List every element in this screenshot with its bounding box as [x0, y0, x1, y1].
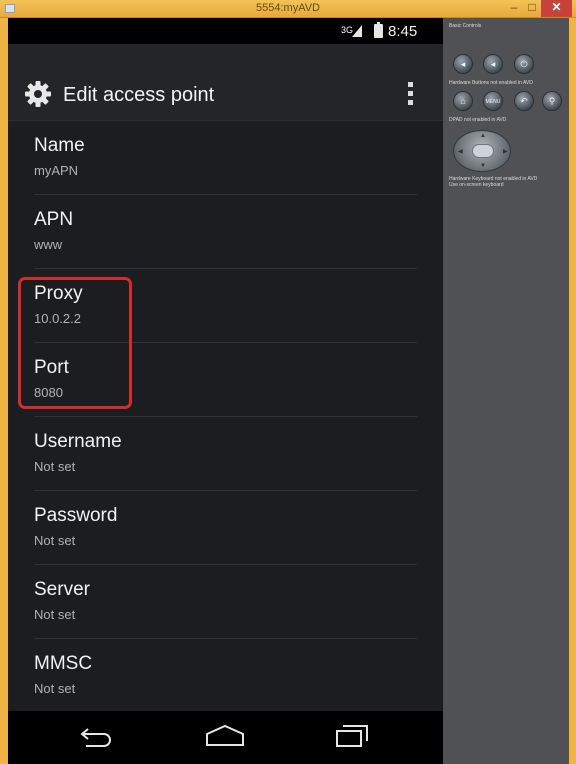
pref-title: Password — [34, 505, 118, 526]
pref-summary: Not set — [34, 459, 76, 474]
window-title: 5554:myAVD — [256, 2, 320, 14]
pref-summary: myAPN — [34, 163, 79, 178]
maximize-button[interactable]: □ — [523, 0, 541, 17]
window-frame-left — [0, 18, 8, 764]
window-titlebar: 5554:myAVD – □ ✕ — [0, 0, 576, 18]
pref-title: Name — [34, 135, 85, 156]
battery-icon — [374, 22, 383, 38]
hw-search-button[interactable]: ⚲ — [542, 91, 562, 111]
onscreen-keyboard-label: Use on-screen keyboard — [449, 182, 504, 188]
home-icon[interactable] — [204, 723, 246, 749]
pref-summary: Not set — [34, 607, 76, 622]
volume-up-button[interactable]: ◂ — [483, 54, 503, 74]
pref-title: APN — [34, 209, 74, 230]
navigation-bar — [8, 711, 443, 764]
pref-title: MMSC — [34, 653, 93, 674]
pref-summary: www — [34, 237, 63, 252]
pref-mmsc[interactable]: MMSC Not set — [8, 639, 443, 713]
page-title: Edit access point — [63, 84, 215, 106]
hw-menu-button[interactable]: MENU — [483, 91, 503, 111]
dpad-control[interactable]: ▲ ▼ ◀ ▶ — [453, 130, 511, 172]
pref-apn[interactable]: APN www — [8, 195, 443, 269]
emulator-screen: 3G 8:45 Edit access point Name myAPN APN… — [8, 18, 443, 764]
overflow-menu-icon[interactable] — [408, 82, 414, 108]
hardware-buttons-label: Hardware Buttons not enabled in AVD — [449, 80, 533, 86]
close-button[interactable]: ✕ — [541, 0, 572, 17]
basic-controls-label: Basic Controls — [449, 23, 482, 29]
pref-title: Username — [34, 431, 122, 452]
highlight-box — [18, 277, 132, 409]
volume-down-button[interactable]: ◂ — [453, 54, 473, 74]
pref-password[interactable]: Password Not set — [8, 491, 443, 565]
status-time: 8:45 — [388, 23, 418, 40]
pref-summary: Not set — [34, 533, 76, 548]
recent-apps-icon[interactable] — [334, 723, 370, 749]
signal-icon — [352, 25, 362, 37]
emulator-controls-panel: Basic Controls ◂ ◂ ⏻ Hardware Buttons no… — [443, 18, 569, 764]
pref-title: Server — [34, 579, 90, 600]
dpad-label: DPAD not enabled in AVD — [449, 117, 507, 123]
action-bar: Edit access point — [8, 44, 443, 121]
window-frame-right — [569, 18, 576, 764]
pref-summary: Not set — [34, 681, 76, 696]
settings-gear-icon[interactable] — [24, 80, 52, 108]
dpad-center[interactable] — [472, 144, 494, 158]
hw-home-button[interactable]: ⌂ — [453, 91, 473, 111]
pref-server[interactable]: Server Not set — [8, 565, 443, 639]
pref-username[interactable]: Username Not set — [8, 417, 443, 491]
hw-back-button[interactable]: ↶ — [514, 91, 534, 111]
minimize-button[interactable]: – — [505, 0, 523, 17]
status-bar: 3G 8:45 — [8, 18, 443, 44]
power-button[interactable]: ⏻ — [514, 54, 534, 74]
back-icon[interactable] — [78, 723, 114, 749]
pref-name[interactable]: Name myAPN — [8, 121, 443, 195]
